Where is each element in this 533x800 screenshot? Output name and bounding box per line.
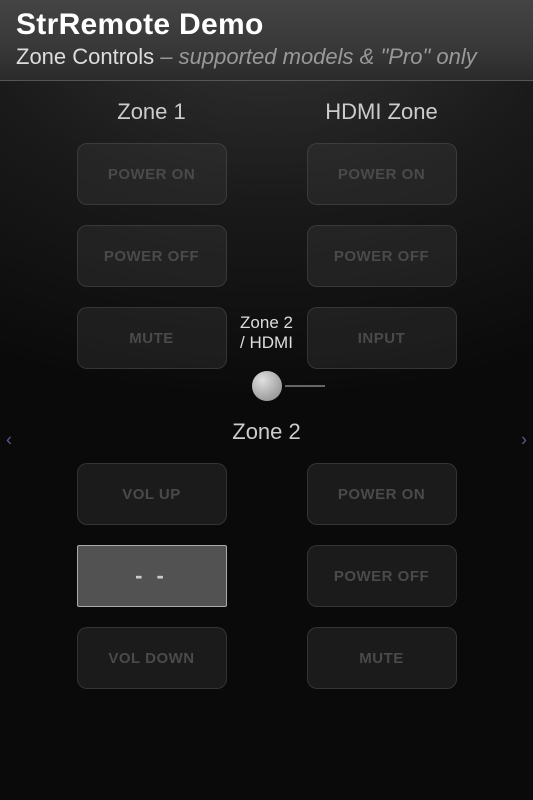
zone2-vol-down-button[interactable]: VOL DOWN — [77, 627, 227, 689]
center-label-line1: Zone 2 — [240, 313, 293, 332]
nav-next-arrow[interactable]: › — [517, 420, 531, 461]
zone1-power-on-button[interactable]: POWER ON — [77, 143, 227, 205]
zone1-column: Zone 1 POWER ON POWER OFF MUTE — [57, 91, 247, 389]
zone2-volume-display: - - — [77, 545, 227, 607]
app-header: StrRemote Demo Zone Controls – supported… — [0, 0, 533, 81]
hdmi-power-off-button[interactable]: POWER OFF — [307, 225, 457, 287]
source-connector-line — [285, 385, 325, 387]
hdmi-power-on-button[interactable]: POWER ON — [307, 143, 457, 205]
nav-prev-arrow[interactable]: ‹ — [2, 420, 16, 461]
zone2-mute-button[interactable]: MUTE — [307, 627, 457, 689]
zone1-power-off-button[interactable]: POWER OFF — [77, 225, 227, 287]
hdmi-column: HDMI Zone POWER ON POWER OFF INPUT — [287, 91, 477, 389]
zone2-power-off-button[interactable]: POWER OFF — [307, 545, 457, 607]
app-title: StrRemote Demo — [16, 8, 517, 42]
source-indicator-dot[interactable] — [252, 371, 282, 401]
page-subtitle: Zone Controls – supported models & "Pro"… — [16, 44, 517, 70]
zone2-left-column: VOL UP - - VOL DOWN — [57, 463, 247, 709]
zone2-grid: VOL UP - - VOL DOWN POWER ON POWER OFF M… — [0, 463, 533, 709]
zone2-vol-up-button[interactable]: VOL UP — [77, 463, 227, 525]
subtitle-main: Zone Controls — [16, 44, 154, 69]
content-area: ‹ › Zone 1 POWER ON POWER OFF MUTE HDMI … — [0, 81, 533, 799]
zone2-heading: Zone 2 — [0, 419, 533, 445]
hdmi-input-button[interactable]: INPUT — [307, 307, 457, 369]
center-label-line2: / HDMI — [240, 333, 293, 352]
subtitle-sep: – — [154, 44, 178, 69]
zone2-right-column: POWER ON POWER OFF MUTE — [287, 463, 477, 709]
hdmi-heading: HDMI Zone — [325, 99, 437, 125]
zone1-heading: Zone 1 — [117, 99, 186, 125]
center-source-label: Zone 2 / HDMI — [227, 313, 307, 352]
zone1-mute-button[interactable]: MUTE — [77, 307, 227, 369]
zone2-power-on-button[interactable]: POWER ON — [307, 463, 457, 525]
subtitle-note: supported models & "Pro" only — [179, 44, 477, 69]
